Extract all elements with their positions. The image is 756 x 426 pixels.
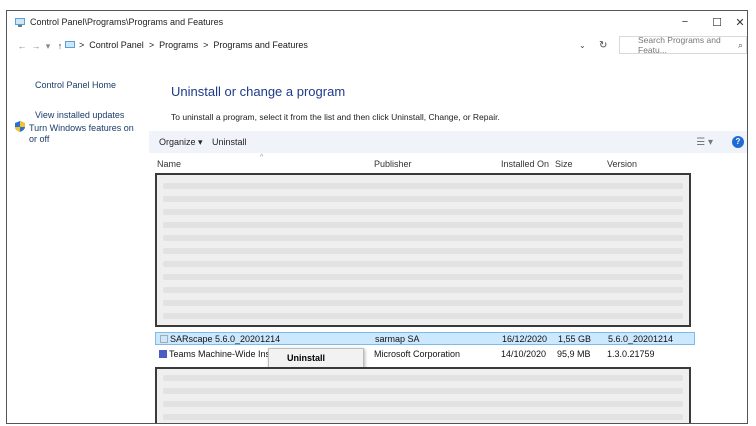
program-row-teams[interactable]: Teams Machine-Wide Installer Microsoft C… [155, 348, 695, 361]
back-button[interactable]: ← [15, 41, 29, 51]
column-size[interactable]: Size [555, 159, 573, 169]
search-placeholder: Search Programs and Featu... [638, 35, 721, 55]
program-name: SARscape 5.6.0_20201214 [170, 334, 281, 344]
program-size: 95,9 MB [557, 349, 591, 359]
shield-icon [15, 121, 25, 132]
context-menu-uninstall[interactable]: Uninstall [268, 348, 364, 369]
address-bar: ← → ▾ ↑ > Control Panel > Programs > Pro… [7, 35, 747, 57]
refresh-button[interactable]: ↻ [599, 35, 607, 55]
page-title: Uninstall or change a program [171, 84, 346, 99]
program-installed-on: 14/10/2020 [501, 349, 547, 359]
view-options-icon[interactable]: ☰ ▾ [696, 137, 713, 148]
breadcrumb[interactable]: > Control Panel > Programs > Programs an… [65, 35, 625, 55]
control-panel-icon [15, 18, 25, 27]
column-name[interactable]: Name [157, 159, 181, 169]
column-publisher[interactable]: Publisher [374, 159, 412, 169]
help-icon[interactable]: ? [732, 136, 744, 148]
address-dropdown-icon[interactable]: ⌄ [579, 35, 586, 55]
recent-locations-button[interactable]: ▾ [43, 41, 53, 52]
breadcrumb-separator: > [148, 40, 155, 50]
windows-features-link[interactable]: Turn Windows features on or off [29, 123, 139, 145]
breadcrumb-separator: > [79, 40, 85, 50]
breadcrumb-separator: > [203, 40, 209, 50]
program-publisher: Microsoft Corporation [374, 349, 461, 359]
breadcrumb-programs[interactable]: Programs [159, 40, 198, 50]
teams-icon [159, 350, 167, 358]
breadcrumb-control-panel[interactable]: Control Panel [89, 40, 144, 50]
uninstall-button[interactable]: Uninstall [212, 137, 247, 147]
organize-button[interactable]: Organize ▾ [159, 137, 203, 148]
page-description: To uninstall a program, select it from t… [171, 112, 500, 122]
program-size: 1,55 GB [558, 334, 592, 344]
search-input[interactable]: Search Programs and Featu... ⌕ [619, 35, 747, 55]
redacted-program-list [155, 173, 691, 327]
left-pane: Control Panel Home View installed update… [7, 77, 142, 423]
window: Control Panel\Programs\Programs and Feat… [6, 10, 748, 424]
view-installed-updates-link[interactable]: View installed updates [35, 110, 124, 121]
control-panel-icon [65, 41, 75, 48]
redacted-program-list-bottom [155, 367, 691, 423]
maximize-button[interactable]: ☐ [701, 11, 733, 33]
title-bar: Control Panel\Programs\Programs and Feat… [7, 11, 747, 33]
column-installed-on[interactable]: Installed On [501, 159, 549, 169]
forward-button[interactable]: → [29, 41, 43, 51]
window-title: Control Panel\Programs\Programs and Feat… [30, 17, 224, 27]
minimize-button[interactable]: − [669, 11, 701, 33]
column-version[interactable]: Version [607, 159, 637, 169]
program-publisher: sarmap SA [375, 334, 420, 344]
command-bar: Organize ▾ Uninstall ☰ ▾ ? [149, 131, 747, 153]
installer-icon [160, 335, 168, 343]
main-content: Uninstall or change a program To uninsta… [149, 77, 747, 423]
program-row-sarscape[interactable]: SARscape 5.6.0_20201214 sarmap SA 16/12/… [155, 332, 695, 345]
search-icon[interactable]: ⌕ [738, 40, 743, 51]
control-panel-home-link[interactable]: Control Panel Home [35, 80, 116, 91]
program-installed-on: 16/12/2020 [502, 334, 548, 344]
program-version: 5.6.0_20201214 [608, 334, 674, 344]
close-button[interactable]: ✕ [731, 11, 747, 33]
program-version: 1.3.0.21759 [607, 349, 655, 359]
sort-arrow-icon: ^ [260, 154, 264, 161]
breadcrumb-programs-and-features[interactable]: Programs and Features [213, 40, 308, 50]
